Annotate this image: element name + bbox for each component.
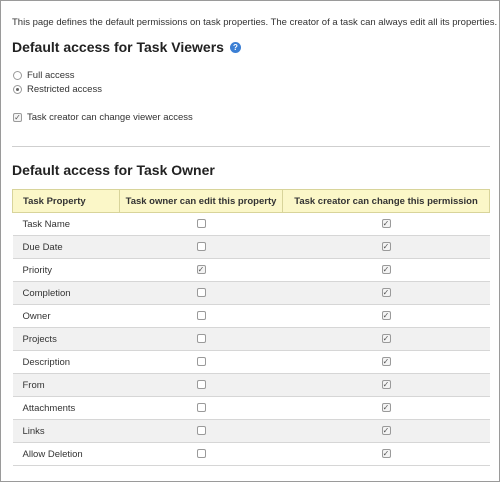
property-name: Description: [12, 350, 120, 374]
section-divider: [12, 146, 490, 147]
table-row: Description ✓: [12, 350, 490, 374]
owner-can-edit-checkbox[interactable]: [196, 403, 206, 413]
creator-can-change-checkbox[interactable]: ✓: [381, 311, 391, 321]
intro-text: This page defines the default permission…: [12, 17, 498, 28]
creator-change-viewer-access-checkbox[interactable]: ✓: [13, 113, 22, 122]
table-row: From ✓: [12, 373, 490, 397]
property-name: Owner: [12, 304, 120, 328]
property-name: Task Name: [12, 212, 120, 236]
owner-can-edit-checkbox[interactable]: ✓: [196, 265, 206, 275]
table-row: Completion ✓: [12, 281, 490, 305]
table-row: Due Date ✓: [12, 235, 490, 259]
creator-can-change-checkbox[interactable]: ✓: [381, 334, 391, 344]
owner-can-edit-checkbox[interactable]: [196, 449, 206, 459]
owner-can-edit-checkbox[interactable]: [196, 426, 206, 436]
property-name: From: [12, 373, 120, 397]
radio-full-access[interactable]: Full access: [13, 70, 75, 81]
creator-change-viewer-access[interactable]: ✓ Task creator can change viewer access: [13, 112, 193, 123]
table-row: Priority ✓ ✓: [12, 258, 490, 282]
property-name: Attachments: [12, 396, 120, 420]
creator-change-viewer-access-label[interactable]: Task creator can change viewer access: [27, 112, 193, 123]
col-header-task-property: Task Property: [12, 189, 120, 213]
property-name: Priority: [12, 258, 120, 282]
owner-can-edit-checkbox[interactable]: [196, 219, 206, 229]
creator-can-change-checkbox[interactable]: ✓: [381, 265, 391, 275]
creator-can-change-checkbox[interactable]: ✓: [381, 449, 391, 459]
owner-can-edit-checkbox[interactable]: [196, 311, 206, 321]
table-row: Task Name ✓: [12, 212, 490, 236]
owner-can-edit-checkbox[interactable]: [196, 357, 206, 367]
creator-can-change-checkbox[interactable]: ✓: [381, 242, 391, 252]
col-header-creator-can-change: Task creator can change this permission: [282, 189, 490, 213]
viewers-heading-text: Default access for Task Viewers: [12, 39, 224, 55]
table-row: Projects ✓: [12, 327, 490, 351]
viewers-heading: Default access for Task Viewers ?: [12, 39, 241, 55]
property-name: Projects: [12, 327, 120, 351]
table-row: Attachments ✓: [12, 396, 490, 420]
col-header-owner-can-edit: Task owner can edit this property: [119, 189, 283, 213]
property-name: Links: [12, 419, 120, 443]
radio-restricted-access-label[interactable]: Restricted access: [27, 84, 102, 95]
creator-can-change-checkbox[interactable]: ✓: [381, 403, 391, 413]
creator-can-change-checkbox[interactable]: ✓: [381, 380, 391, 390]
table-row: Links ✓: [12, 419, 490, 443]
help-icon[interactable]: ?: [229, 41, 241, 53]
radio-restricted-access-control[interactable]: [13, 85, 22, 94]
permissions-panel: This page defines the default permission…: [0, 0, 500, 482]
owner-can-edit-checkbox[interactable]: [196, 334, 206, 344]
property-name: Completion: [12, 281, 120, 305]
property-name: Due Date: [12, 235, 120, 259]
creator-can-change-checkbox[interactable]: ✓: [381, 357, 391, 367]
property-name: Allow Deletion: [12, 442, 120, 466]
owner-can-edit-checkbox[interactable]: [196, 288, 206, 298]
table-header-row: Task Property Task owner can edit this p…: [12, 189, 490, 213]
owner-can-edit-checkbox[interactable]: [196, 380, 206, 390]
owner-permissions-table: Task Property Task owner can edit this p…: [12, 189, 490, 466]
radio-full-access-label[interactable]: Full access: [27, 70, 75, 81]
owner-can-edit-checkbox[interactable]: [196, 242, 206, 252]
table-row: Allow Deletion ✓: [12, 442, 490, 466]
creator-can-change-checkbox[interactable]: ✓: [381, 426, 391, 436]
creator-can-change-checkbox[interactable]: ✓: [381, 288, 391, 298]
radio-full-access-control[interactable]: [13, 71, 22, 80]
radio-restricted-access[interactable]: Restricted access: [13, 84, 102, 95]
table-row: Owner ✓: [12, 304, 490, 328]
owner-heading: Default access for Task Owner: [12, 162, 215, 178]
creator-can-change-checkbox[interactable]: ✓: [381, 219, 391, 229]
